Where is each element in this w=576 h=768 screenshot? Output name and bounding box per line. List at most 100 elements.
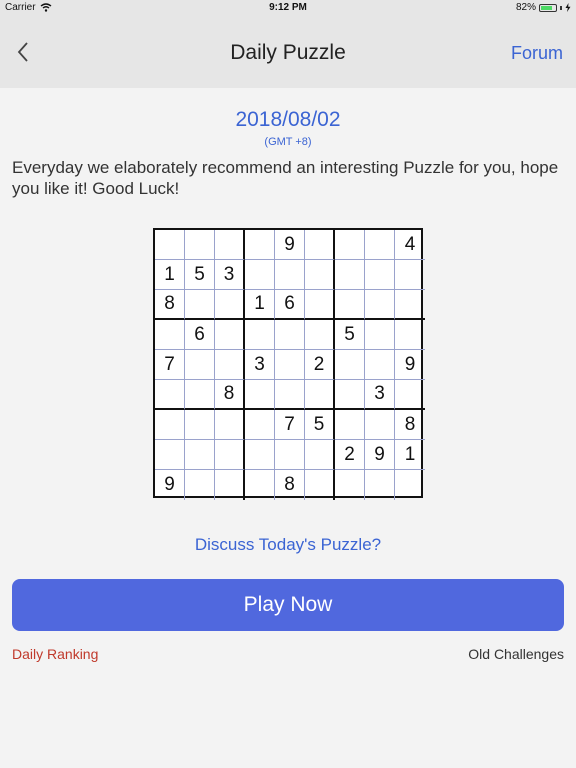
sudoku-cell[interactable]: 7 [155,350,185,380]
discuss-link[interactable]: Discuss Today's Puzzle? [0,535,576,555]
sudoku-cell[interactable] [215,350,245,380]
sudoku-cell[interactable]: 5 [185,260,215,290]
sudoku-cell[interactable] [305,290,335,320]
old-challenges-link[interactable]: Old Challenges [468,646,564,662]
sudoku-cell[interactable] [365,230,395,260]
sudoku-cell[interactable] [335,380,365,410]
forum-button[interactable]: Forum [511,43,563,64]
battery-percent: 82% [515,2,536,13]
sudoku-cell[interactable] [185,470,215,500]
puzzle-date: 2018/08/02 [235,108,341,131]
sudoku-cell[interactable] [365,470,395,500]
sudoku-cell[interactable] [335,470,365,500]
timezone-label: (GMT +8) [264,136,312,148]
sudoku-cell[interactable]: 9 [275,230,305,260]
sudoku-cell[interactable]: 5 [305,410,335,440]
charging-icon [565,3,571,12]
sudoku-cell[interactable] [215,410,245,440]
sudoku-cell[interactable] [365,410,395,440]
sudoku-cell[interactable] [275,380,305,410]
sudoku-cell[interactable] [395,260,425,290]
sudoku-cell[interactable] [335,260,365,290]
sudoku-cell[interactable]: 6 [275,290,305,320]
battery-tip [560,5,562,10]
navigation-bar: Daily Puzzle Forum [0,16,576,88]
sudoku-cell[interactable] [305,320,335,350]
sudoku-cell[interactable] [305,440,335,470]
sudoku-cell[interactable] [155,410,185,440]
sudoku-cell[interactable] [185,230,215,260]
page-title: Daily Puzzle [230,41,346,64]
sudoku-cell[interactable] [185,380,215,410]
sudoku-cell[interactable] [365,350,395,380]
status-bar: Carrier 9:12 PM 82% [0,0,576,16]
sudoku-cell[interactable]: 7 [275,410,305,440]
sudoku-cell[interactable] [185,440,215,470]
sudoku-cell[interactable] [215,440,245,470]
sudoku-cell[interactable]: 3 [365,380,395,410]
battery-icon [539,3,557,12]
play-now-button[interactable]: Play Now [12,579,564,631]
sudoku-cell[interactable] [245,410,275,440]
sudoku-cell[interactable] [365,260,395,290]
sudoku-cell[interactable]: 9 [365,440,395,470]
sudoku-cell[interactable]: 4 [395,230,425,260]
sudoku-cell[interactable] [155,440,185,470]
sudoku-cell[interactable] [305,260,335,290]
sudoku-cell[interactable] [335,410,365,440]
sudoku-cell[interactable] [155,320,185,350]
sudoku-cell[interactable] [275,350,305,380]
sudoku-cell[interactable] [305,230,335,260]
sudoku-cell[interactable] [395,380,425,410]
sudoku-cell[interactable] [305,380,335,410]
sudoku-cell[interactable] [155,230,185,260]
sudoku-cell[interactable] [275,260,305,290]
sudoku-cell[interactable]: 8 [395,410,425,440]
sudoku-cell[interactable] [395,320,425,350]
sudoku-cell[interactable]: 1 [155,260,185,290]
sudoku-cell[interactable] [275,440,305,470]
sudoku-cell[interactable] [365,290,395,320]
daily-ranking-link[interactable]: Daily Ranking [12,646,98,662]
sudoku-cell[interactable]: 2 [305,350,335,380]
sudoku-grid: 941538166573298375829198 [153,228,425,500]
sudoku-cell[interactable] [245,230,275,260]
sudoku-cell[interactable]: 3 [245,350,275,380]
sudoku-cell[interactable] [215,470,245,500]
sudoku-cell[interactable]: 9 [155,470,185,500]
sudoku-cell[interactable] [245,260,275,290]
sudoku-cell[interactable] [185,350,215,380]
sudoku-cell[interactable] [185,410,215,440]
sudoku-cell[interactable] [245,320,275,350]
sudoku-cell[interactable]: 6 [185,320,215,350]
sudoku-cell[interactable] [245,470,275,500]
sudoku-cell[interactable] [335,290,365,320]
sudoku-cell[interactable]: 5 [335,320,365,350]
sudoku-cell[interactable] [395,290,425,320]
sudoku-cell[interactable]: 8 [275,470,305,500]
sudoku-cell[interactable] [155,380,185,410]
sudoku-cell[interactable]: 1 [245,290,275,320]
sudoku-cell[interactable]: 9 [395,350,425,380]
sudoku-cell[interactable] [365,320,395,350]
sudoku-cell[interactable] [215,230,245,260]
sudoku-cell[interactable]: 1 [395,440,425,470]
battery-group: 82% [516,2,571,13]
sudoku-cell[interactable]: 3 [215,260,245,290]
sudoku-cell[interactable] [335,350,365,380]
sudoku-cell[interactable] [185,290,215,320]
battery-fill [541,5,553,10]
puzzle-description: Everyday we elaborately recommend an int… [12,158,559,198]
sudoku-cell[interactable]: 8 [215,380,245,410]
sudoku-cell[interactable]: 2 [335,440,365,470]
sudoku-cell[interactable] [245,380,275,410]
status-time: 9:12 PM [269,2,307,13]
sudoku-cell[interactable] [395,470,425,500]
sudoku-cell[interactable] [215,290,245,320]
sudoku-cell[interactable] [245,440,275,470]
sudoku-cell[interactable]: 8 [155,290,185,320]
sudoku-cell[interactable] [275,320,305,350]
sudoku-cell[interactable] [305,470,335,500]
sudoku-cell[interactable] [335,230,365,260]
sudoku-cell[interactable] [215,320,245,350]
